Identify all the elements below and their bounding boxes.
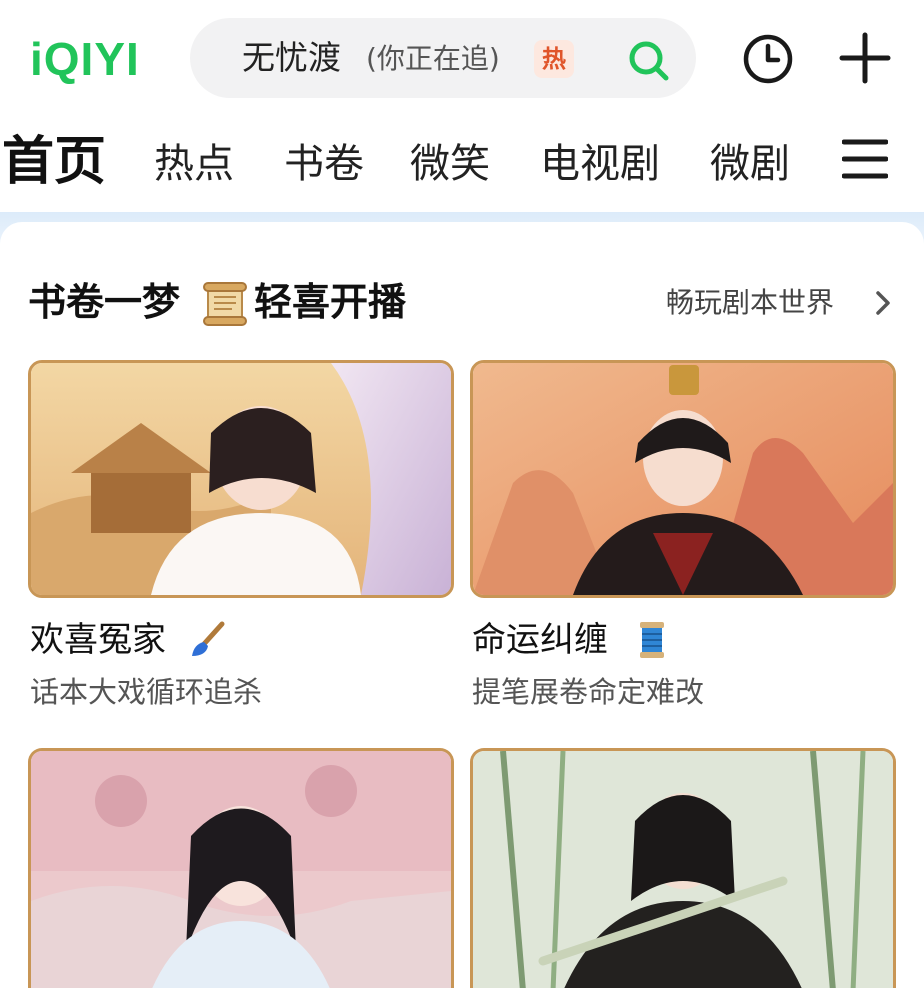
menu-icon[interactable]: [842, 136, 888, 182]
tab-tv-series[interactable]: 电视剧: [540, 140, 660, 188]
search-query-note: (你正在追): [366, 42, 500, 75]
tab-home[interactable]: 首页: [2, 132, 106, 192]
iqiyi-logo[interactable]: iQIYI: [30, 34, 140, 84]
card-subtitle: 话本大戏循环追杀: [30, 675, 263, 709]
tab-micro-drama[interactable]: 微剧: [710, 140, 790, 188]
tab-smile[interactable]: 微笑: [410, 140, 490, 188]
top-bar: iQIYI 无忧渡 (你正在追) 热: [0, 0, 924, 118]
search-query: 无忧渡: [242, 38, 341, 77]
add-plus-icon[interactable]: [838, 31, 892, 85]
history-clock-icon[interactable]: [742, 33, 794, 85]
card-title[interactable]: 命运纠缠: [472, 618, 608, 662]
section-title: 书卷一梦: [28, 280, 181, 324]
scroll-icon: [203, 282, 247, 326]
chevron-right-icon[interactable]: [872, 289, 894, 317]
tab-scroll[interactable]: 书卷: [284, 140, 364, 188]
paintbrush-icon: [192, 621, 225, 656]
video-thumbnail[interactable]: [470, 360, 896, 598]
section-title-suffix: 轻喜开播: [254, 280, 407, 324]
card-subtitle: 提笔展卷命定难改: [472, 675, 705, 709]
card-title[interactable]: 欢喜冤家: [30, 618, 166, 662]
section-more-link[interactable]: 畅玩剧本世界: [666, 284, 834, 322]
tab-hot[interactable]: 热点: [154, 140, 234, 188]
search-icon[interactable]: [626, 38, 670, 82]
video-thumbnail[interactable]: [470, 748, 896, 988]
search-bar[interactable]: 无忧渡 (你正在追) 热: [190, 18, 696, 98]
hot-badge: 热: [534, 40, 574, 78]
video-thumbnail[interactable]: [28, 360, 454, 598]
thread-spool-icon: [640, 622, 664, 658]
video-thumbnail[interactable]: [28, 748, 454, 988]
channel-tabs: 首页 热点 书卷 微笑 电视剧 微剧: [0, 118, 924, 216]
